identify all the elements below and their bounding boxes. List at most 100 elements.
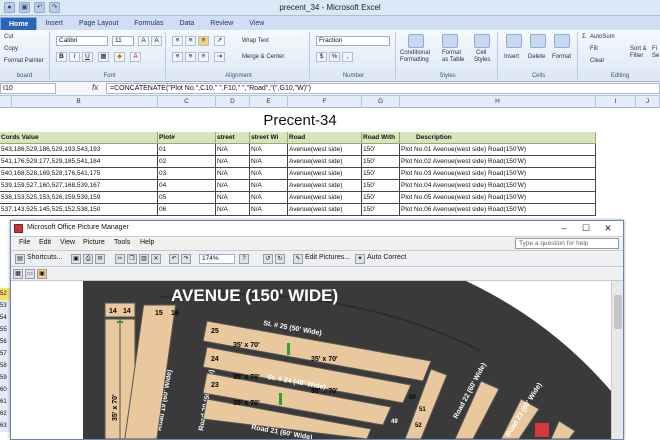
filmstrip-view-icon[interactable]: ▭ [25,269,35,279]
align-middle-icon[interactable]: ≡ [185,36,196,46]
cell-road[interactable]: Avenue(west side) [288,144,362,156]
row-header[interactable]: 63 [0,420,10,432]
cell-road-width[interactable]: 150' [362,156,400,168]
menu-view[interactable]: View [60,239,75,246]
find-select-label2[interactable]: Se [652,53,659,59]
indent-icon[interactable]: ⇥ [214,52,225,62]
cell-description[interactable]: Plot No.03 Avenue(west side) Road(150'W) [400,168,596,180]
align-bottom-icon[interactable]: ≡ [198,36,209,46]
cell-cords[interactable]: 537,143,525,145,525,152,538,150 [0,204,158,216]
cell-description[interactable]: Plot No.04 Avenue(west side) Road(150'W) [400,180,596,192]
edit-pictures-button[interactable]: Edit Pictures... [305,254,350,261]
paste-icon[interactable]: ▥ [139,254,149,264]
underline-button[interactable]: U [82,52,93,62]
cell-street-width[interactable]: N/A [250,180,288,192]
header-description[interactable]: Description [400,132,596,144]
row-header[interactable]: 62 [0,408,10,420]
cell-street[interactable]: N/A [216,144,250,156]
copy-button[interactable]: Copy [4,46,18,52]
row-header[interactable]: 60 [0,384,10,396]
autosum-icon[interactable]: Σ [582,34,586,40]
fill-color-icon[interactable]: ◆ [114,52,125,62]
cell-description[interactable]: Plot No.01 Avenue(west side) Road(150'W) [400,144,596,156]
cell-street[interactable]: N/A [216,168,250,180]
cell-road-width[interactable]: 150' [362,168,400,180]
cell-road-width[interactable]: 150' [362,192,400,204]
menu-edit[interactable]: Edit [39,239,51,246]
merge-center-button[interactable]: Merge & Center [242,54,284,60]
fx-icon[interactable]: fx [92,83,98,92]
header-road-width[interactable]: Road With [362,132,400,144]
help-icon[interactable]: ? [239,254,249,264]
cell-road[interactable]: Avenue(west side) [288,204,362,216]
edit-pictures-icon[interactable]: ✎ [293,254,303,264]
picture-manager-title-bar[interactable]: Microsoft Office Picture Manager – ☐ ✕ [11,221,623,237]
thumbnail-view-icon[interactable]: ▦ [13,269,23,279]
font-color-icon[interactable]: A [130,52,141,62]
bold-button[interactable]: B [56,52,67,62]
row-header[interactable]: 53 [0,300,10,312]
cell-plot[interactable]: 06 [158,204,216,216]
tab-home[interactable]: Home [0,17,38,30]
cell-street[interactable]: N/A [216,156,250,168]
name-box[interactable]: I10 [0,83,56,94]
email-icon[interactable]: ✉ [95,254,105,264]
picture-canvas[interactable]: AVENUE (150' WIDE) 14 14 35' x 70' Road … [11,281,611,439]
format-cells-icon[interactable] [554,34,570,48]
minimize-icon[interactable]: – [557,222,571,235]
header-cords-value[interactable]: Cords Value [0,132,158,144]
picture-manager-window[interactable]: Microsoft Office Picture Manager – ☐ ✕ F… [10,220,624,440]
cell-plot[interactable]: 02 [158,156,216,168]
header-street[interactable]: street [216,132,250,144]
scrollbar-thumb[interactable] [614,295,622,329]
row-header[interactable]: 54 [0,312,10,324]
delete-cells-icon[interactable] [530,34,546,48]
shrink-font-icon[interactable]: A [151,36,162,46]
help-search-input[interactable]: Type a question for help [515,238,619,249]
maximize-icon[interactable]: ☐ [579,222,593,235]
cell-road-width[interactable]: 150' [362,204,400,216]
column-header-d[interactable]: D [216,96,250,108]
delete-icon[interactable]: ✕ [151,254,161,264]
align-top-icon[interactable]: ≡ [172,36,183,46]
cut-button[interactable]: Cut [4,34,13,40]
conditional-formatting-label[interactable]: Conditional [400,50,430,56]
vertical-scrollbar[interactable] [611,281,623,439]
cell-cords[interactable]: 543,186,529,186,529,193,543,193 [0,144,158,156]
shortcuts-icon[interactable]: ▤ [15,254,25,264]
cell-street-width[interactable]: N/A [250,144,288,156]
format-as-table-icon[interactable] [442,34,458,48]
row-header[interactable]: 56 [0,336,10,348]
cell-street-width[interactable]: N/A [250,204,288,216]
cell-styles-icon[interactable] [474,34,490,48]
insert-cells-icon[interactable] [506,34,522,48]
cell-street[interactable]: N/A [216,204,250,216]
cell-cords[interactable]: 539,159,527,160,527,168,539,167 [0,180,158,192]
rotate-left-icon[interactable]: ↺ [263,254,273,264]
grow-font-icon[interactable]: A [138,36,149,46]
column-header-c[interactable]: C [158,96,216,108]
sort-filter-label2[interactable]: Filter [630,53,643,59]
comma-button[interactable]: , [342,52,353,62]
find-select-button[interactable]: Fi [652,46,657,52]
column-header-h[interactable]: H [400,96,596,108]
cell-road[interactable]: Avenue(west side) [288,156,362,168]
tab-page-layout[interactable]: Page Layout [71,17,126,30]
currency-button[interactable]: $ [316,52,327,62]
column-header-f[interactable]: F [288,96,362,108]
cell-description[interactable]: Plot No.05 Avenue(west side) Road(150'W) [400,192,596,204]
align-center-icon[interactable]: ≡ [185,52,196,62]
orientation-icon[interactable]: ↗ [214,36,225,46]
cell-road[interactable]: Avenue(west side) [288,168,362,180]
auto-correct-button[interactable]: Auto Correct [367,254,406,261]
cell-street[interactable]: N/A [216,192,250,204]
row-header[interactable]: 58 [0,360,10,372]
row-header[interactable]: 57 [0,348,10,360]
cell-cords[interactable]: 540,168,528,169,528,176,541,175 [0,168,158,180]
header-plot[interactable]: Plot# [158,132,216,144]
cell-road-width[interactable]: 150' [362,180,400,192]
borders-icon[interactable]: ▦ [98,52,109,62]
column-header-g[interactable]: G [362,96,400,108]
header-street-width[interactable]: street Wi [250,132,288,144]
zoom-select[interactable]: 174% [199,254,235,264]
